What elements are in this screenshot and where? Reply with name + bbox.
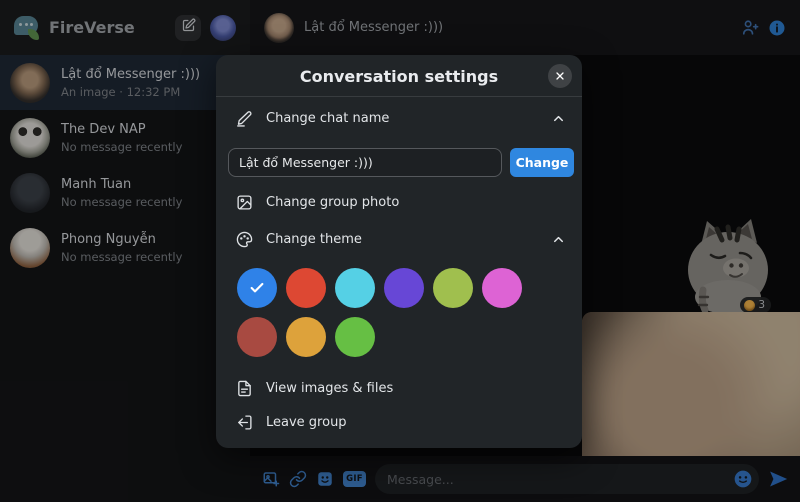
modal-header: Conversation settings <box>216 55 582 97</box>
change-theme-row[interactable]: Change theme <box>236 224 566 254</box>
leave-group-icon <box>236 414 253 431</box>
theme-color-8[interactable] <box>286 317 326 357</box>
chevron-up-icon <box>551 111 566 126</box>
theme-color-1[interactable] <box>237 268 277 308</box>
conversation-settings-modal: Conversation settings Change chat name C… <box>216 55 582 448</box>
close-icon <box>554 70 566 82</box>
chat-name-editor: Change <box>228 148 574 177</box>
theme-grid <box>237 268 537 357</box>
modal-title: Conversation settings <box>216 67 582 86</box>
theme-color-3[interactable] <box>335 268 375 308</box>
theme-color-5[interactable] <box>433 268 473 308</box>
change-chat-name-row[interactable]: Change chat name <box>236 103 566 133</box>
image-icon <box>236 194 253 211</box>
change-name-button[interactable]: Change <box>510 148 574 177</box>
theme-color-4[interactable] <box>384 268 424 308</box>
change-group-photo-row[interactable]: Change group photo <box>236 187 566 217</box>
file-text-icon <box>236 380 253 397</box>
chat-name-input[interactable] <box>228 148 502 177</box>
app-window: FireVerse Lật đổ Messenger :))) <box>0 0 800 502</box>
pencil-icon <box>236 110 253 127</box>
theme-color-9[interactable] <box>335 317 375 357</box>
palette-icon <box>236 231 253 248</box>
theme-color-2[interactable] <box>286 268 326 308</box>
close-button[interactable] <box>548 64 572 88</box>
view-images-files-row[interactable]: View images & files <box>236 373 566 403</box>
theme-color-7[interactable] <box>237 317 277 357</box>
theme-color-6[interactable] <box>482 268 522 308</box>
chevron-up-icon <box>551 232 566 247</box>
leave-group-row[interactable]: Leave group <box>236 407 566 437</box>
